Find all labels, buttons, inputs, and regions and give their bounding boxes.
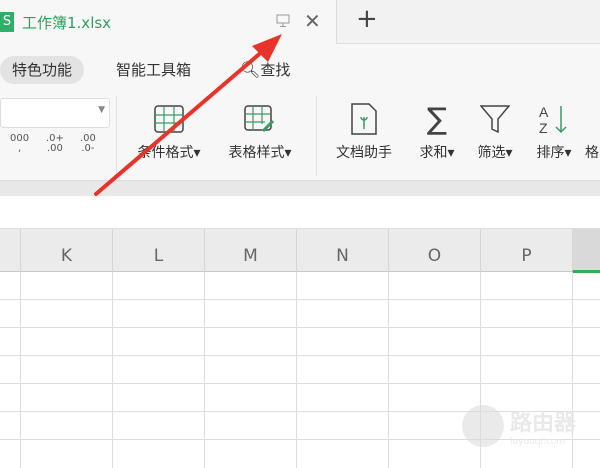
decrease-decimal-button[interactable]: .00 .0-: [80, 134, 96, 154]
ribbon: ▼ 000 , .0+ .00 .00 .0- 条件格式▾ 表格样式▾ 文档助手…: [0, 92, 600, 180]
conditional-format-icon: [128, 100, 210, 138]
column-header-l[interactable]: L: [112, 229, 204, 272]
menu-find[interactable]: 🔍︎查找: [240, 56, 290, 84]
formula-bar[interactable]: [0, 196, 600, 228]
button-label: 排序: [536, 145, 565, 161]
tab-title: 工作簿1.xlsx: [22, 14, 112, 32]
chevron-down-icon: ▼: [98, 105, 105, 115]
svg-text:A: A: [539, 104, 549, 120]
router-logo-icon: [462, 405, 504, 447]
button-label: 条件格式: [137, 145, 194, 161]
sigma-icon: ∑: [426, 101, 448, 137]
grid-line: [0, 299, 600, 300]
document-tab[interactable]: S 工作簿1.xlsx ✕: [0, 0, 337, 44]
watermark-text: 路由器: [510, 411, 577, 436]
table-style-button[interactable]: 表格样式▾: [220, 100, 300, 162]
watermark-sub: luyouqi.com: [510, 437, 566, 447]
menu-special-features[interactable]: 特色功能: [0, 56, 85, 84]
column-header-k[interactable]: K: [20, 229, 112, 272]
monitor-icon[interactable]: [276, 14, 290, 32]
column-header-p[interactable]: P: [480, 229, 572, 272]
button-label: 表格样式: [228, 145, 285, 161]
divider: [316, 96, 317, 176]
format-button[interactable]: 格: [585, 100, 599, 162]
divider: [116, 96, 117, 176]
button-label: 筛选: [477, 145, 506, 161]
menu-bar: 特色功能 智能工具箱 🔍︎查找: [0, 44, 600, 92]
menu-smart-toolbox[interactable]: 智能工具箱: [116, 56, 191, 84]
new-tab-button[interactable]: +: [356, 4, 378, 34]
ribbon-bottom-bar: [0, 180, 600, 196]
column-header-selected[interactable]: [572, 229, 600, 273]
spreadsheet-logo-icon: S: [0, 12, 14, 32]
button-label: 格: [585, 145, 599, 161]
sum-button[interactable]: ∑ 求和▾: [412, 100, 462, 162]
filter-icon: [470, 100, 520, 138]
button-label: 文档助手: [336, 145, 392, 161]
thousands-separator-button[interactable]: 000 ,: [10, 134, 29, 154]
watermark: 路由器 luyouqi.com: [462, 405, 576, 447]
conditional-format-button[interactable]: 条件格式▾: [128, 100, 210, 162]
svg-text:Z: Z: [539, 120, 548, 135]
grid-line: [0, 327, 600, 328]
find-label: 查找: [260, 61, 291, 79]
button-label: 求和: [419, 145, 448, 161]
column-header-o[interactable]: O: [388, 229, 480, 272]
close-tab-icon[interactable]: ✕: [304, 9, 321, 33]
filter-button[interactable]: 筛选▾: [470, 100, 520, 162]
search-icon: 🔍︎: [240, 60, 261, 79]
increase-decimal-button[interactable]: .0+ .00: [46, 134, 64, 154]
column-header-row: K L M N O P: [0, 228, 600, 273]
column-header-n[interactable]: N: [296, 229, 388, 272]
format-icon: [585, 100, 599, 138]
document-assistant-button[interactable]: 文档助手: [326, 100, 402, 162]
number-format-select[interactable]: ▼: [0, 98, 110, 128]
grid-line: [0, 383, 600, 384]
sort-button[interactable]: AZ 排序▾: [528, 100, 580, 162]
column-header-m[interactable]: M: [204, 229, 296, 272]
table-style-icon: [220, 100, 300, 138]
sort-az-icon: AZ: [528, 100, 580, 138]
document-assistant-icon: [326, 100, 402, 138]
grid-line: [0, 355, 600, 356]
